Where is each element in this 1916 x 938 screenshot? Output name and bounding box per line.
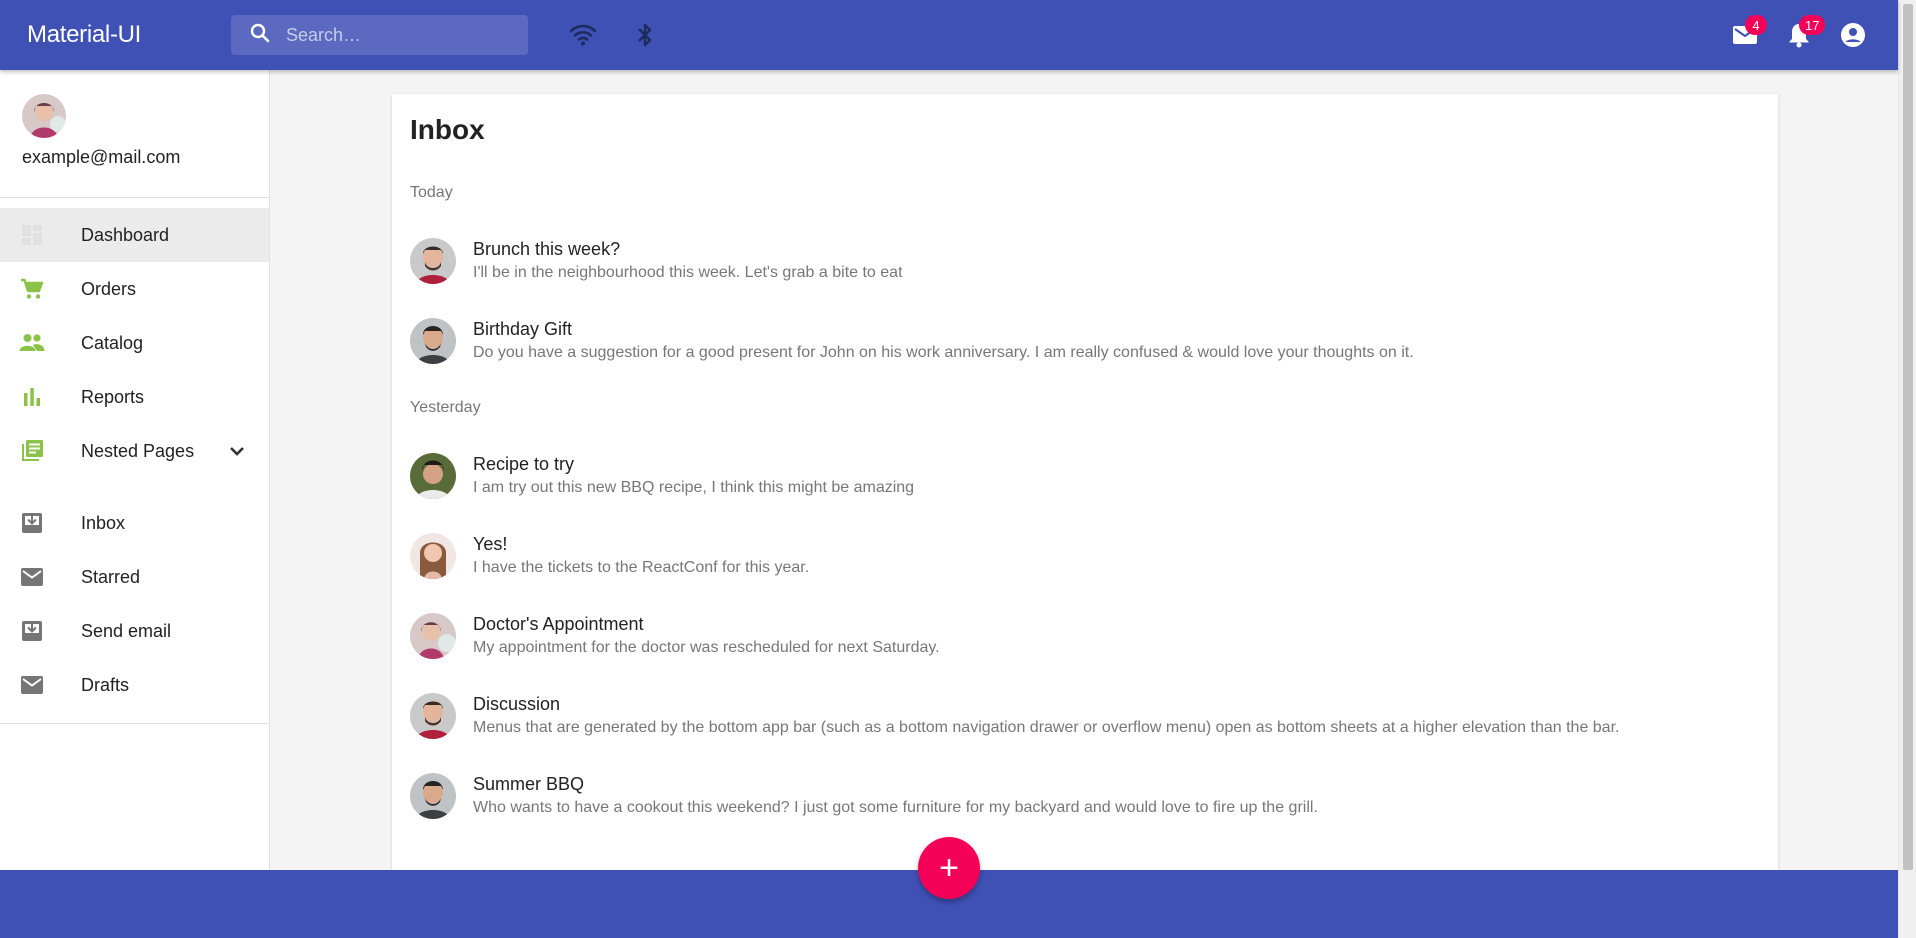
library-books-icon [17, 436, 47, 466]
message-preview: Do you have a suggestion for a good pres… [473, 344, 1414, 361]
message-title: Yes! [473, 534, 508, 554]
avatar [410, 238, 456, 284]
avatar [410, 773, 456, 819]
sidebar-item-label: Drafts [81, 674, 130, 695]
list-item[interactable]: Summer BBQ Who wants to have a cookout t… [410, 763, 1750, 829]
account-button[interactable] [1826, 13, 1880, 57]
message-title: Birthday Gift [473, 319, 573, 339]
avatar[interactable] [22, 94, 66, 138]
search-input[interactable] [286, 24, 506, 46]
dashboard-icon [17, 220, 47, 250]
message-preview: I have the tickets to the ReactConf for … [473, 559, 810, 576]
bar-chart-icon [17, 382, 47, 412]
sidebar-item-label: Starred [81, 566, 141, 587]
list-item[interactable]: Discussion Menus that are generated by t… [410, 683, 1750, 749]
sidebar-item-label: Orders [81, 278, 137, 299]
mail-icon [17, 562, 47, 592]
list-item[interactable]: Brunch this week? I'll be in the neighbo… [410, 228, 1750, 294]
message-preview: Menus that are generated by the bottom a… [473, 719, 1620, 736]
notifications-button[interactable]: 17 [1772, 13, 1826, 57]
message-preview: I am try out this new BBQ recipe, I thin… [473, 479, 915, 496]
message-title: Summer BBQ [473, 774, 585, 794]
list-item[interactable]: Birthday Gift Do you have a suggestion f… [410, 308, 1750, 374]
message-title: Brunch this week? [473, 239, 621, 259]
sidebar-item-orders[interactable]: Orders [0, 262, 269, 316]
search-icon [231, 21, 272, 50]
sidebar-item-label: Nested Pages [81, 440, 195, 461]
sidebar-item-reports[interactable]: Reports [0, 370, 269, 424]
list-item[interactable]: Yes! I have the tickets to the ReactConf… [410, 523, 1750, 589]
sidebar-item-send-email[interactable]: Send email [0, 604, 269, 658]
avatar [410, 613, 456, 659]
sidebar-item-inbox[interactable]: Inbox [0, 496, 269, 550]
account-circle-icon [1841, 23, 1865, 47]
inbox-icon [17, 508, 47, 538]
sidebar-item-label: Dashboard [81, 224, 170, 245]
app-brand[interactable]: Material-UI [27, 21, 231, 49]
section-header-yesterday: Yesterday [410, 399, 481, 416]
message-title: Recipe to try [473, 454, 575, 474]
secondary-nav: Inbox Starred Send email Drafts [0, 496, 269, 712]
list-item[interactable]: Recipe to try I am try out this new BBQ … [410, 443, 1750, 509]
add-fab-button[interactable]: + [918, 837, 980, 899]
mail-badge: 4 [1745, 15, 1767, 35]
mail-button[interactable]: 4 [1718, 13, 1772, 57]
message-preview: Who wants to have a cookout this weekend… [473, 799, 1318, 816]
notifications-badge: 17 [1799, 15, 1826, 35]
sidebar-item-label: Send email [81, 620, 172, 641]
bluetooth-button[interactable] [623, 13, 667, 57]
sidebar-item-drafts[interactable]: Drafts [0, 658, 269, 712]
primary-nav: Dashboard Orders Catalog Reports Nested … [0, 208, 269, 478]
list-item[interactable]: Doctor's Appointment My appointment for … [410, 603, 1750, 669]
wifi-button[interactable] [561, 13, 605, 57]
mail-icon [17, 670, 47, 700]
add-icon: + [939, 848, 959, 887]
message-title: Discussion [473, 694, 561, 714]
avatar [410, 533, 456, 579]
app-bar: Material-UI 4 [0, 0, 1898, 70]
sidebar-item-label: Reports [81, 386, 145, 407]
chevron-down-icon[interactable] [225, 439, 249, 468]
sidebar-item-nested-pages[interactable]: Nested Pages [0, 424, 269, 478]
people-icon [17, 328, 47, 358]
section-header-today: Today [410, 184, 453, 201]
bluetooth-icon [638, 23, 652, 47]
sidebar-item-dashboard[interactable]: Dashboard [0, 208, 269, 262]
inbox-card: Inbox Today Brunch this week? I'll be in… [392, 94, 1778, 884]
search-box[interactable] [231, 15, 528, 55]
sidebar-item-starred[interactable]: Starred [0, 550, 269, 604]
message-preview: My appointment for the doctor was resche… [473, 639, 940, 656]
avatar [410, 453, 456, 499]
scrollbar-thumb[interactable] [1903, 4, 1913, 870]
avatar [410, 318, 456, 364]
sidebar: example@mail.com Dashboard Orders Catalo… [0, 70, 270, 870]
profile-email: example@mail.com [22, 147, 181, 167]
message-preview: I'll be in the neighbourhood this week. … [473, 264, 903, 281]
sidebar-item-catalog[interactable]: Catalog [0, 316, 269, 370]
cart-icon [17, 274, 47, 304]
inbox-icon [17, 616, 47, 646]
profile-section: example@mail.com [0, 70, 269, 198]
avatar [410, 693, 456, 739]
page-title: Inbox [410, 114, 485, 145]
message-title: Doctor's Appointment [473, 614, 644, 634]
wifi-icon [569, 24, 597, 46]
scrollbar[interactable] [1898, 0, 1916, 938]
sidebar-item-label: Inbox [81, 512, 126, 533]
sidebar-item-label: Catalog [81, 332, 144, 353]
